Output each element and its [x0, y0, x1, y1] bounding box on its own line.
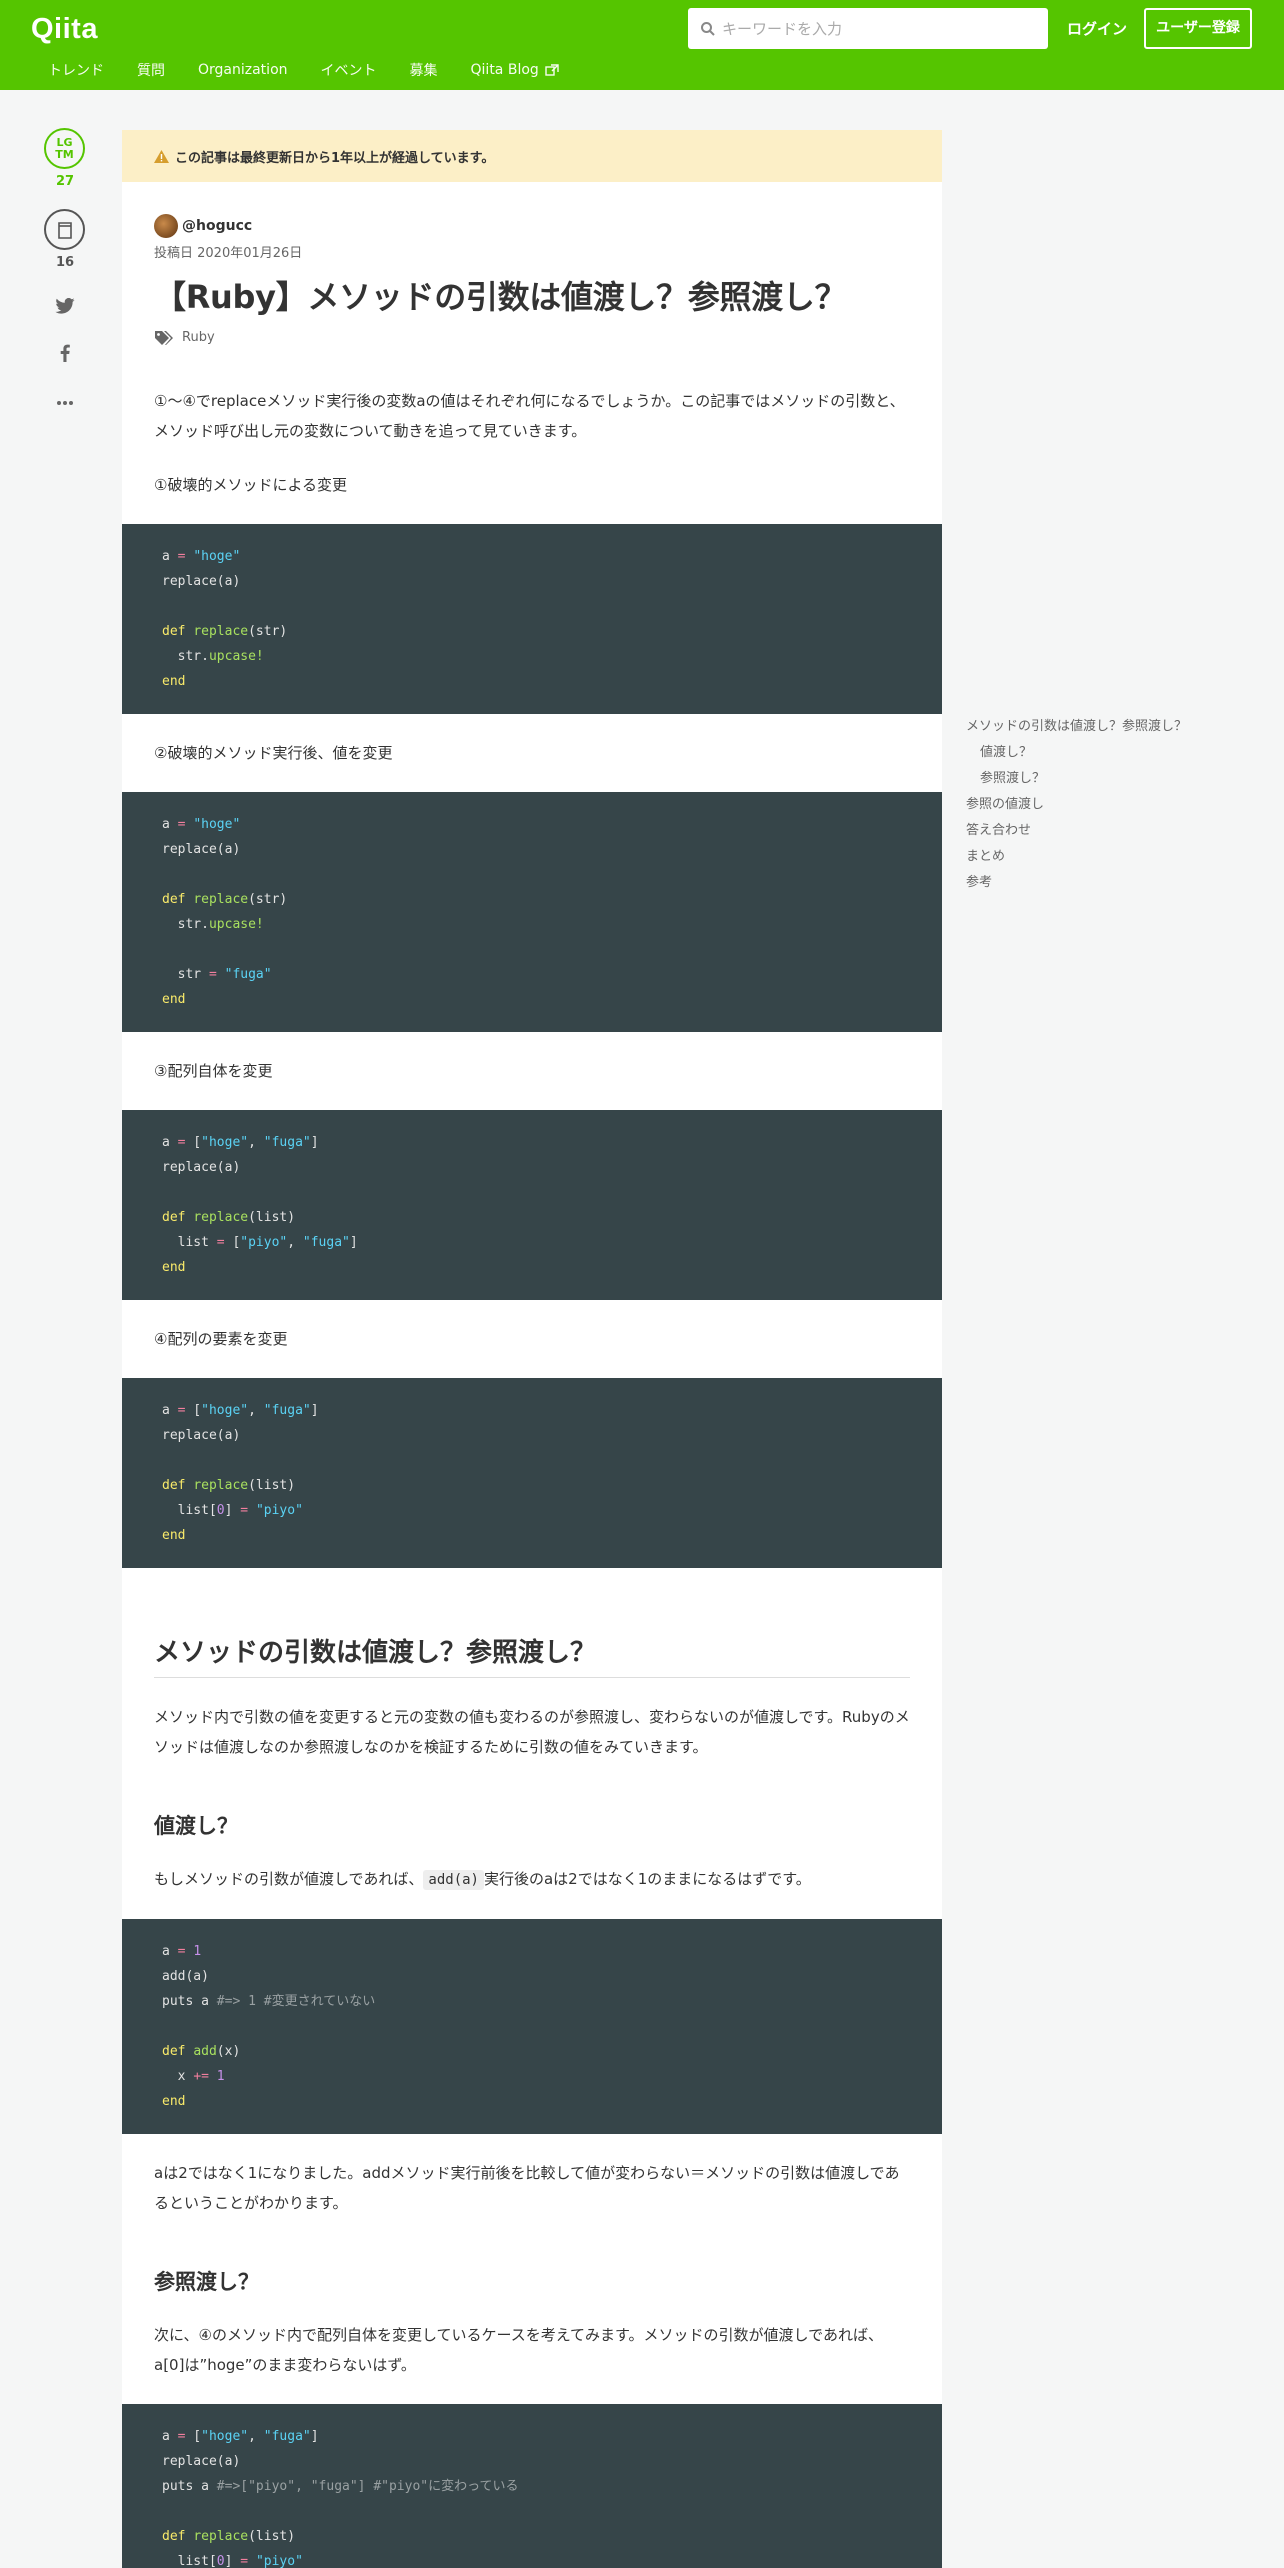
pass-by-value-result: aは2ではなく1になりました。addメソッド実行前後を比較して値が変わらない＝メ…	[154, 2163, 900, 2212]
external-link-icon	[545, 64, 559, 76]
case3-heading: ③配列自体を変更	[154, 1061, 273, 1080]
global-header: Qiita ログイン ユーザー登録 トレンド 質問 Organization イ…	[0, 0, 1284, 90]
nav-organization[interactable]: Organization	[198, 60, 288, 80]
alert-text: この記事は最終更新日から1年以上が経過しています。	[175, 150, 495, 166]
stock-button[interactable]	[44, 209, 85, 250]
pass-by-reference-paragraph: 次に、④のメソッド内で配列自体を変更しているケースを考えてみます。メソッドの引数…	[154, 2325, 883, 2374]
outdated-alert: この記事は最終更新日から1年以上が経過しています。	[122, 130, 942, 182]
stock-count: 16	[55, 255, 75, 270]
author-block: @hogucc	[154, 214, 910, 238]
more-icon[interactable]	[40, 400, 90, 406]
tags-icon	[155, 330, 173, 345]
avatar[interactable]	[154, 214, 178, 238]
code-block-case3: a = ["hoge", "fuga"] replace(a) def repl…	[122, 1109, 942, 1300]
nav-qiita-blog[interactable]: Qiita Blog	[471, 60, 559, 80]
code-block-case4: a = ["hoge", "fuga"] replace(a) def repl…	[122, 1377, 942, 1568]
nav-events[interactable]: イベント	[321, 60, 377, 80]
search-input[interactable]	[722, 8, 1042, 49]
subsection-heading-pass-by-reference: 参照渡し？	[154, 2269, 259, 2294]
nav-qiita-blog-label: Qiita Blog	[470, 62, 539, 78]
lgtm-button[interactable]: LG TM	[44, 128, 85, 169]
toc-item-value-or-reference[interactable]: メソッドの引数は値渡し？参照渡し？	[966, 714, 1226, 740]
toc-item-pass-by-value[interactable]: 値渡し？	[966, 740, 1226, 766]
article-title: 【Ruby】メソッドの引数は値渡し？参照渡し？	[154, 278, 847, 316]
toc-item-pass-reference-by-value[interactable]: 参照の値渡し	[966, 792, 1226, 818]
facebook-icon[interactable]	[40, 344, 90, 362]
posted-date: 投稿日 2020年01月26日	[154, 246, 303, 261]
case4-heading: ④配列の要素を変更	[154, 1329, 288, 1348]
lgtm-count: 27	[55, 174, 75, 189]
tag-ruby[interactable]: Ruby	[182, 330, 215, 345]
author-name[interactable]: @hogucc	[182, 218, 252, 234]
case2-heading: ②破壊的メソッド実行後、値を変更	[154, 743, 393, 762]
nav-trend[interactable]: トレンド	[48, 60, 104, 80]
qiita-logo[interactable]: Qiita	[31, 13, 98, 46]
article: この記事は最終更新日から1年以上が経過しています。 @hogucc 投稿日 20…	[122, 130, 942, 2568]
article-body: @hogucc 投稿日 2020年01月26日 【Ruby】メソッドの引数は値渡…	[122, 214, 942, 2568]
stock-icon	[57, 221, 72, 239]
tag-list: Ruby	[154, 330, 910, 346]
case1-heading: ①破壊的メソッドによる変更	[154, 475, 347, 494]
intro-paragraph: ①〜④でreplaceメソッド実行後の変数aの値はそれぞれ何になるでしょうか。こ…	[154, 391, 905, 440]
code-block-add: a = 1 add(a) puts a #=> 1 #変更されていない def …	[122, 1918, 942, 2134]
inline-code-add: add(a)	[423, 1869, 484, 1890]
toc-item-summary[interactable]: まとめ	[966, 844, 1226, 870]
action-rail: LG TM 27 16	[40, 128, 90, 406]
toc-item-answers[interactable]: 答え合わせ	[966, 818, 1226, 844]
search-box[interactable]	[688, 8, 1048, 49]
pbv-text-before: もしメソッドの引数が値渡しであれば、	[154, 1869, 424, 1888]
toc-item-references[interactable]: 参考	[966, 870, 1226, 896]
subsection-heading-pass-by-value: 値渡し？	[154, 1813, 238, 1838]
code-block-case2: a = "hoge" replace(a) def replace(str) s…	[122, 791, 942, 1032]
section-heading-value-or-reference: メソッドの引数は値渡し？参照渡し？	[154, 1632, 910, 1678]
table-of-contents: メソッドの引数は値渡し？参照渡し？ 値渡し？ 参照渡し？ 参照の値渡し 答え合わ…	[966, 714, 1226, 896]
lgtm-label-bottom: TM	[55, 148, 74, 161]
search-icon	[701, 22, 715, 36]
login-link[interactable]: ログイン	[1067, 18, 1127, 39]
nav-recruit[interactable]: 募集	[410, 60, 438, 80]
warning-icon	[154, 149, 169, 163]
pbv-text-after: 実行後のaは2ではなく1のままになるはずです。	[483, 1869, 811, 1888]
code-block-case1: a = "hoge" replace(a) def replace(str) s…	[122, 523, 942, 714]
twitter-icon[interactable]	[40, 298, 90, 314]
signup-button[interactable]: ユーザー登録	[1144, 8, 1252, 49]
pass-by-value-paragraph: もしメソッドの引数が値渡しであれば、 add(a) 実行後のaは2ではなく1のままに…	[154, 1864, 910, 1895]
code-block-reference: a = ["hoge", "fuga"] replace(a) puts a #…	[122, 2403, 942, 2568]
global-nav: トレンド 質問 Organization イベント 募集 Qiita Blog	[48, 60, 592, 80]
nav-questions[interactable]: 質問	[137, 60, 165, 80]
section-paragraph: メソッド内で引数の値を変更すると元の変数の値も変わるのが参照渡し、変わらないのが…	[154, 1707, 910, 1756]
toc-item-pass-by-reference[interactable]: 参照渡し？	[966, 766, 1226, 792]
